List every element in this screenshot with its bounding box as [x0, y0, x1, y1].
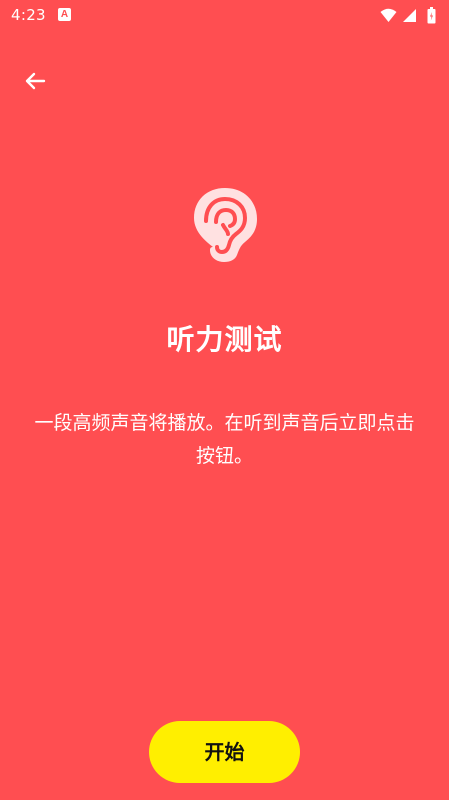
status-time: 4:23	[11, 6, 46, 24]
wifi-icon	[380, 8, 397, 22]
battery-icon	[427, 7, 436, 24]
page-title: 听力测试	[166, 323, 283, 356]
test-description: 一段高频声音将播放。在听到声音后立即点击按钮。	[34, 412, 415, 467]
hearing-test-screen: 4:23 A 听力测试 一段高频声音将播放。在听到声音后立即点击按钮。 开始	[0, 0, 449, 800]
back-button[interactable]	[20, 66, 50, 96]
cell-signal-icon	[403, 9, 416, 22]
start-button[interactable]: 开始	[149, 721, 300, 783]
arrow-left-icon	[25, 72, 46, 90]
a-notification-icon: A	[58, 8, 71, 21]
system-icons	[380, 6, 440, 24]
status-bar: 4:23 A	[0, 0, 449, 32]
ear-icon	[190, 185, 260, 263]
